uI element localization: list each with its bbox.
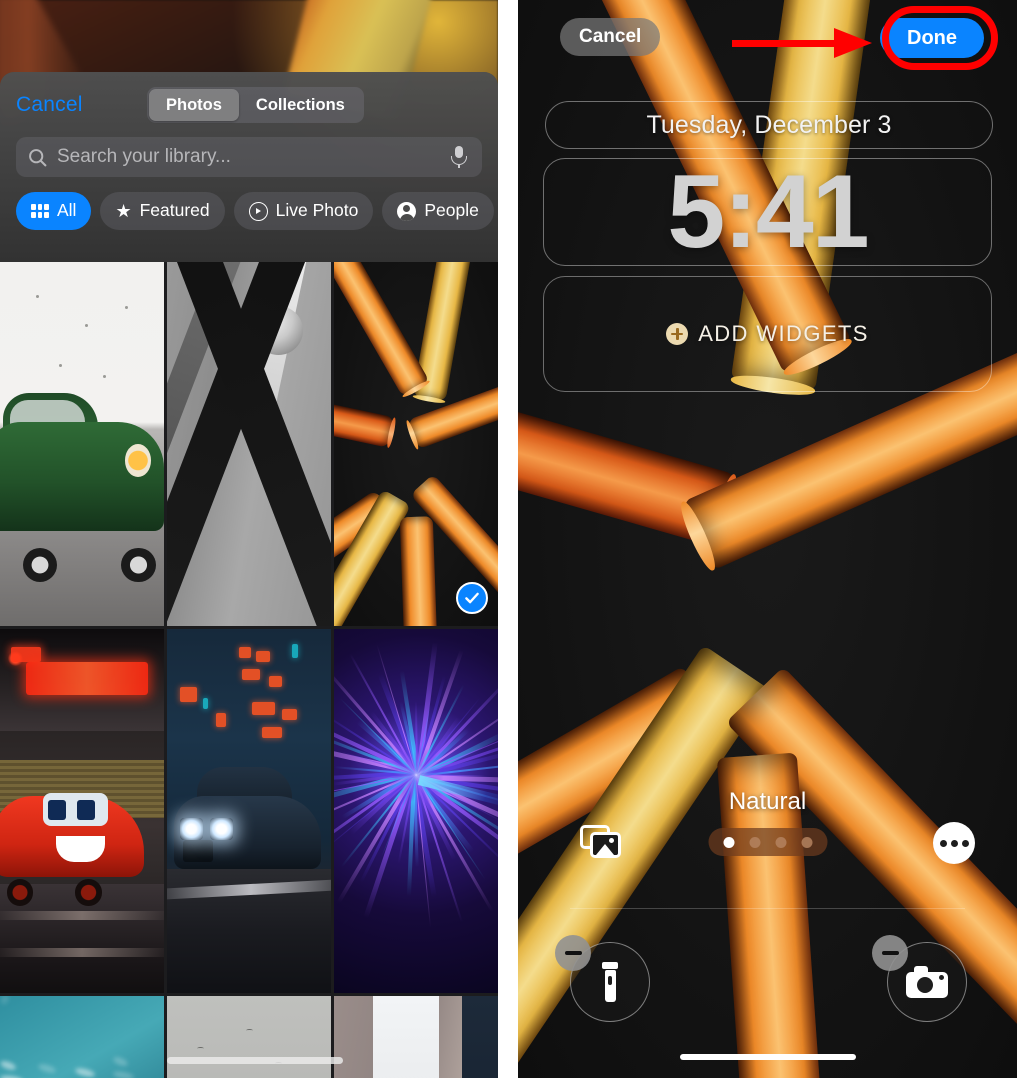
lock-screen-date-widget[interactable]: Tuesday, December 3 [545,101,993,149]
tube-cap [404,419,421,451]
photo-thumbnail-race-car-wheel[interactable] [334,996,498,1078]
ellipsis-icon[interactable] [933,822,975,864]
thumbnail-art [0,996,164,1078]
photo-thumbnail-foggy-lake[interactable] [167,996,331,1078]
thumbnail-art [334,262,498,626]
water-foam [0,996,11,1006]
water-foam [0,1058,18,1072]
done-button[interactable]: Done [880,18,984,58]
water-foam [112,1055,129,1068]
style-dot-1[interactable] [723,836,734,848]
remove-camera-button[interactable] [872,935,908,971]
flashlight-icon [601,962,619,1002]
filter-chip-people-label: People [424,200,479,221]
filter-chip-live-photo[interactable]: Live Photo [233,192,374,230]
microphone-icon[interactable] [450,146,468,168]
preview-cancel-button[interactable]: Cancel [560,18,661,56]
style-dot-4[interactable] [801,836,812,848]
star-icon: ★ [115,201,132,221]
photo-picker-sheet: Cancel Photos Collections Search your li… [0,72,498,1078]
photo-thumbnail-ocean-water[interactable] [0,996,164,1078]
picker-cancel-button[interactable]: Cancel [16,93,83,117]
wallpaper-tube [399,516,439,626]
thumbnail-art [334,629,498,993]
search-bar[interactable]: Search your library... [16,137,482,177]
thumbnail-art [0,629,164,993]
lock-screen-time: 5:41 [667,154,869,270]
grid-icon [31,204,49,218]
thumbnail-art [0,262,164,626]
thumbnail-art [334,996,498,1078]
water-foam [112,1070,135,1078]
filter-chip-people[interactable]: People [382,192,494,230]
wallpaper-tube [334,262,431,399]
photo-grid [0,262,498,1078]
add-widgets-button[interactable]: ADD WIDGETS [543,276,992,392]
photo-thumbnail-grey-abstract-x[interactable] [167,262,331,626]
picker-header: Cancel Photos Collections Search your li… [0,72,498,262]
flashlight-quick-action[interactable] [555,935,650,1022]
camera-quick-action[interactable] [872,935,967,1022]
water-foam [37,1062,57,1075]
filter-chip-row: All ★ Featured Live Photo People [16,192,494,230]
remove-flashlight-button[interactable] [555,935,591,971]
photo-thumbnail-lightning-mcqueen[interactable] [0,629,164,993]
camera-icon [906,966,948,998]
preview-toolbar: Cancel Done [518,0,1017,80]
photo-thumbnail-orange-tubes-selected[interactable] [334,262,498,626]
screenshot-stage: Cancel Photos Collections Search your li… [0,0,1017,1078]
divider-line [570,908,965,909]
selected-checkmark-badge [456,582,488,614]
photo-stack-icon[interactable] [580,825,624,861]
water-foam [0,1074,24,1078]
lock-screen-time-widget[interactable]: 5:41 [543,158,992,266]
search-input[interactable]: Search your library... [57,146,450,168]
photo-thumbnail-green-muscle-car[interactable] [0,262,164,626]
filter-chip-all[interactable]: All [16,192,92,230]
add-widgets-label: ADD WIDGETS [698,321,869,346]
live-photo-icon [248,201,268,221]
person-icon [397,201,417,221]
checkmark-icon [465,592,479,604]
red-arrow-annotation [732,28,872,58]
photo-grid-scroll-indicator[interactable] [167,1057,343,1064]
tube-cap [412,393,446,405]
photo-thumbnail-bmw-night-city[interactable] [167,629,331,993]
search-icon [29,148,47,166]
filter-chip-featured[interactable]: ★ Featured [100,192,225,230]
photo-picker-panel: Cancel Photos Collections Search your li… [0,0,498,1078]
plus-circle-icon [666,323,689,345]
wallpaper-tube [334,388,397,449]
panel-divider [498,0,518,1078]
photo-thumbnail-purple-hyperspace[interactable] [334,629,498,993]
style-dot-3[interactable] [775,836,786,848]
filter-chip-featured-label: Featured [139,200,210,221]
thumbnail-art [167,629,331,993]
style-dot-2[interactable] [749,836,760,848]
lock-screen-date: Tuesday, December 3 [646,110,892,139]
wallpaper-style-dots[interactable] [708,828,827,856]
filter-chip-live-photo-label: Live Photo [275,200,359,221]
wallpaper-style-name: Natural [728,788,807,815]
thumbnail-art [167,996,331,1078]
home-indicator[interactable] [679,1054,856,1060]
thumbnail-art [167,262,331,626]
segment-collections[interactable]: Collections [239,89,362,121]
tube-cap [334,613,340,626]
tube-cap [385,417,397,449]
photos-collections-segmented-control[interactable]: Photos Collections [147,87,364,123]
water-foam [74,1066,96,1078]
segment-photos[interactable]: Photos [149,89,239,121]
picker-header-row: Cancel Photos Collections [16,86,482,124]
filter-chip-all-label: All [57,200,77,221]
lock-screen-preview-panel: Cancel Done Tuesday, December 3 5:41 ADD… [518,0,1017,1078]
